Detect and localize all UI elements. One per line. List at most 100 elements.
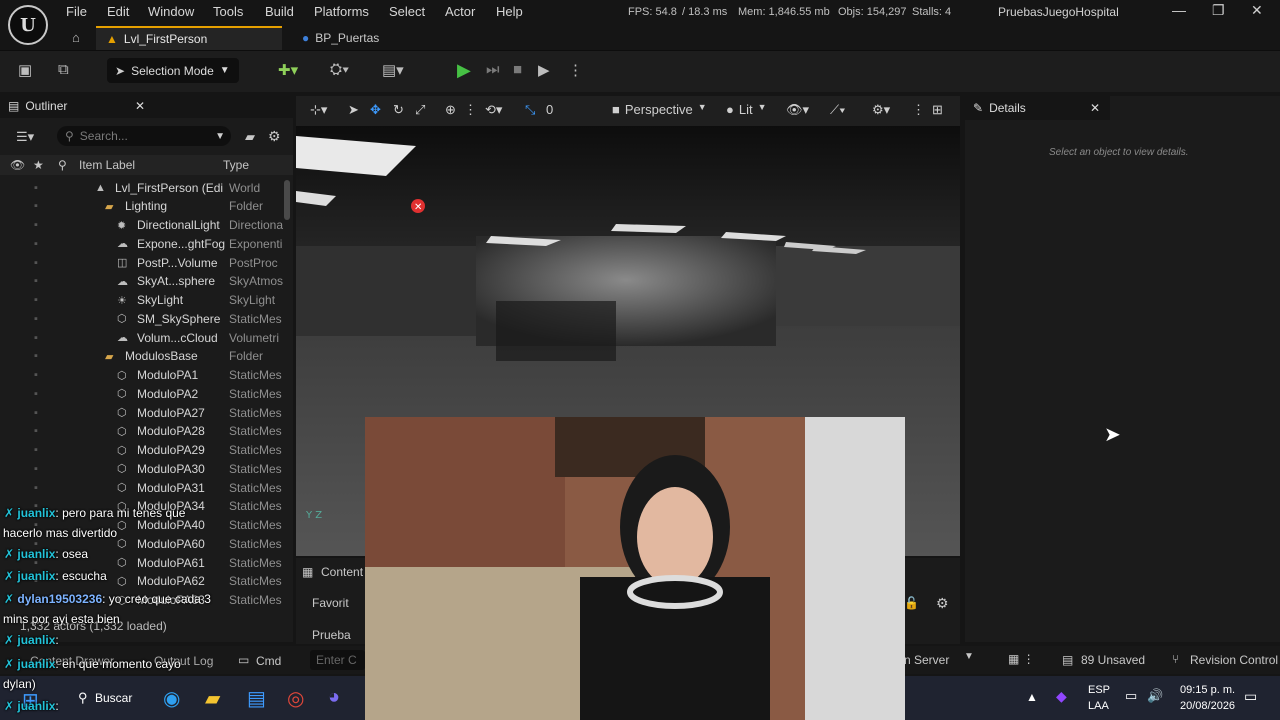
- col-type[interactable]: Type: [223, 158, 249, 172]
- save-icon[interactable]: ▣: [18, 61, 32, 79]
- menu-tools[interactable]: Tools: [213, 4, 243, 19]
- visibility-toggle-icon[interactable]: ▪: [34, 369, 38, 381]
- menu-help[interactable]: Help: [496, 4, 523, 19]
- visibility-toggle-icon[interactable]: ▪: [34, 313, 38, 325]
- play-button-icon[interactable]: ▶: [457, 60, 471, 81]
- visibility-toggle-icon[interactable]: ▪: [34, 482, 38, 494]
- add-folder-icon[interactable]: ▰: [245, 129, 255, 145]
- revision-control-button[interactable]: Revision Control: [1190, 653, 1278, 667]
- server-dropdown[interactable]: n Server: [904, 653, 949, 667]
- chrome-icon[interactable]: ◎: [287, 686, 304, 711]
- viewport-settings-icon[interactable]: ⚙▾: [872, 102, 890, 118]
- visibility-toggle-icon[interactable]: ▪: [34, 463, 38, 475]
- visibility-toggle-icon[interactable]: ▪: [34, 294, 38, 306]
- minimize-icon[interactable]: —: [1172, 2, 1186, 18]
- visibility-toggle-icon[interactable]: ▪: [34, 425, 38, 437]
- outliner-row[interactable]: ▪ ⬡ ModuloPA30 StaticMes: [0, 459, 285, 478]
- perspective-dropdown[interactable]: ■ Perspective ▼: [612, 102, 707, 117]
- blueprint-menu-icon[interactable]: ⛭▾: [330, 61, 349, 78]
- notepad-icon[interactable]: ▤: [247, 686, 266, 711]
- outliner-search-input[interactable]: ⚲ Search... ▼: [57, 126, 231, 146]
- menu-actor[interactable]: Actor: [445, 4, 475, 19]
- visibility-toggle-icon[interactable]: ▪: [34, 200, 38, 212]
- outliner-row[interactable]: ▪ ⬡ ModuloPA2 StaticMes: [0, 384, 285, 403]
- outliner-row[interactable]: ▪ ⬡ ModuloPA1 StaticMes: [0, 366, 285, 385]
- viewport-options-icon[interactable]: ⊹▾: [310, 102, 327, 118]
- visibility-toggle-icon[interactable]: ▪: [34, 238, 38, 250]
- close-details-icon[interactable]: ✕: [1090, 101, 1100, 115]
- snap-options-icon[interactable]: ⋮: [464, 102, 477, 118]
- outliner-row[interactable]: ▪ ☁ Expone...ghtFog Exponenti: [0, 234, 285, 253]
- camera-speed-icon[interactable]: ⤡: [525, 102, 535, 118]
- outliner-row[interactable]: ▪ ⬡ ModuloPA29 StaticMes: [0, 441, 285, 460]
- visibility-toggle-icon[interactable]: ▪: [34, 350, 38, 362]
- outliner-row[interactable]: ▪ ▲ Lvl_FirstPerson (Edi World: [0, 178, 285, 197]
- visibility-toggle-icon[interactable]: ▪: [34, 275, 38, 287]
- cmd-dropdown[interactable]: Cmd: [256, 654, 281, 668]
- visibility-toggle-icon[interactable]: ▪: [34, 407, 38, 419]
- outliner-row[interactable]: ▪ ⬡ ModuloPA31 StaticMes: [0, 478, 285, 497]
- unsaved-count[interactable]: 89 Unsaved: [1081, 653, 1145, 667]
- menu-build[interactable]: Build: [265, 4, 294, 19]
- clock-time[interactable]: 09:15 p. m.: [1180, 684, 1235, 696]
- file-explorer-icon[interactable]: ▰: [205, 686, 220, 711]
- project-folder-label[interactable]: Prueba: [312, 628, 351, 642]
- col-item-label[interactable]: Item Label: [79, 158, 135, 172]
- step-icon[interactable]: ⏭: [486, 61, 500, 78]
- chevron-down-icon[interactable]: ▼: [964, 651, 974, 662]
- rotate-tool-icon[interactable]: ↻: [393, 102, 404, 118]
- close-outliner-icon[interactable]: ✕: [135, 99, 145, 113]
- pin-icon[interactable]: ⚲: [58, 158, 67, 172]
- settings-icon[interactable]: ⚙: [268, 128, 281, 145]
- outliner-row[interactable]: ▪ ◫ PostP...Volume PostProc: [0, 253, 285, 272]
- scale-tool-icon[interactable]: ⤢: [415, 102, 425, 118]
- viewport-more-icon[interactable]: ⋮: [912, 102, 925, 118]
- derived-data-icon[interactable]: ▦ ⋮: [1008, 652, 1035, 666]
- lock-icon[interactable]: 🔓: [904, 596, 919, 610]
- favorite-icon[interactable]: ★: [33, 158, 44, 172]
- stop-icon[interactable]: ■: [513, 61, 522, 78]
- visibility-toggle-icon[interactable]: ▪: [34, 388, 38, 400]
- close-window-icon[interactable]: ✕: [1251, 2, 1263, 19]
- maximize-icon[interactable]: ❐: [1212, 2, 1225, 19]
- visibility-icon[interactable]: 👁: [10, 158, 25, 172]
- selection-mode-dropdown[interactable]: ➤ Selection Mode ▼: [107, 58, 239, 83]
- tab-level[interactable]: ▲ Lvl_FirstPerson: [96, 26, 282, 50]
- world-local-icon[interactable]: ⊕: [445, 102, 456, 118]
- twitch-icon[interactable]: ◆: [1056, 688, 1067, 705]
- launch-icon[interactable]: ▶: [538, 61, 550, 79]
- outliner-row[interactable]: ▪ ⬡ SM_SkySphere StaticMes: [0, 309, 285, 328]
- taskbar-search-icon[interactable]: ⚲: [78, 690, 88, 706]
- source-control-icon[interactable]: ⧉: [58, 61, 69, 78]
- visibility-toggle-icon[interactable]: ▪: [34, 444, 38, 456]
- tab-blueprint[interactable]: ● BP_Puertas: [292, 26, 412, 50]
- view-mode-dropdown[interactable]: ● Lit ▼: [726, 102, 767, 117]
- outliner-row[interactable]: ▪ ☁ Volum...cCloud Volumetri: [0, 328, 285, 347]
- visibility-toggle-icon[interactable]: ▪: [34, 182, 38, 194]
- content-settings-icon[interactable]: ⚙: [936, 595, 949, 612]
- discord-icon[interactable]: ◕: [328, 686, 340, 709]
- unreal-logo-icon[interactable]: U: [8, 5, 48, 45]
- outliner-row[interactable]: ▪ ▰ ModulosBase Folder: [0, 347, 285, 366]
- visibility-toggle-icon[interactable]: ▪: [34, 332, 38, 344]
- volume-icon[interactable]: 🔊: [1147, 688, 1163, 704]
- keyboard-layout[interactable]: LAA: [1088, 700, 1109, 712]
- menu-select[interactable]: Select: [389, 4, 425, 19]
- outliner-row[interactable]: ▪ ✹ DirectionalLight Directiona: [0, 216, 285, 235]
- outliner-scrollbar[interactable]: [284, 180, 290, 220]
- show-flags-icon[interactable]: 👁▾: [786, 102, 809, 118]
- taskbar-search[interactable]: Buscar: [95, 691, 132, 705]
- outliner-row[interactable]: ▪ ☁ SkyAt...sphere SkyAtmos: [0, 272, 285, 291]
- outliner-row[interactable]: ▪ ▰ Lighting Folder: [0, 197, 285, 216]
- select-tool-icon[interactable]: ➤: [348, 102, 359, 118]
- menu-edit[interactable]: Edit: [107, 4, 129, 19]
- camera-speed-value[interactable]: 0: [546, 102, 553, 117]
- language-code[interactable]: ESP: [1088, 684, 1110, 696]
- content-tab-label[interactable]: Content: [321, 565, 363, 579]
- layout-icon[interactable]: ⊞: [932, 102, 943, 118]
- add-actor-icon[interactable]: ✚▾: [278, 61, 298, 79]
- filter-icon[interactable]: ☰▾: [16, 129, 34, 145]
- tray-chevron-icon[interactable]: ▲: [1026, 690, 1038, 704]
- menu-window[interactable]: Window: [148, 4, 194, 19]
- visibility-toggle-icon[interactable]: ▪: [34, 257, 38, 269]
